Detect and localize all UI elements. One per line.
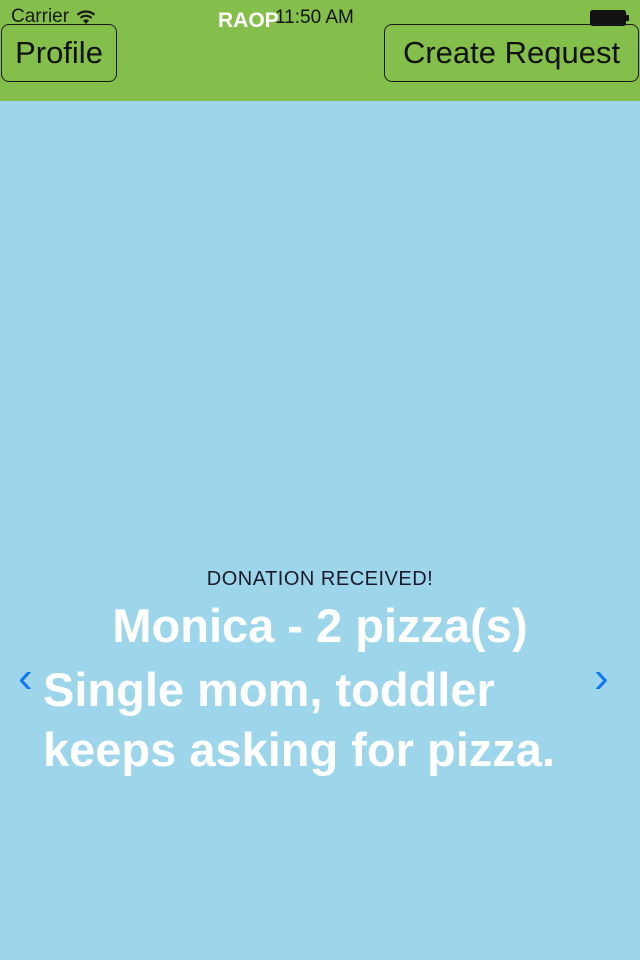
app-title: RAOP	[218, 9, 279, 32]
donation-status: DONATION RECEIVED!	[206, 568, 434, 590]
wifi-icon	[76, 10, 96, 24]
request-description: Single mom, toddler keeps asking for piz…	[43, 663, 555, 776]
next-arrow-icon[interactable]: ›	[594, 656, 609, 700]
profile-button[interactable]: Profile	[1, 24, 117, 82]
request-title: Monica - 2 pizza(s)	[112, 599, 528, 652]
top-bar: Carrier 11:50 AM RAOP Profile Create Req…	[0, 0, 640, 101]
previous-arrow-icon[interactable]: ‹	[18, 656, 33, 700]
create-request-button[interactable]: Create Request	[384, 24, 639, 82]
clock: 11:50 AM	[275, 7, 354, 28]
